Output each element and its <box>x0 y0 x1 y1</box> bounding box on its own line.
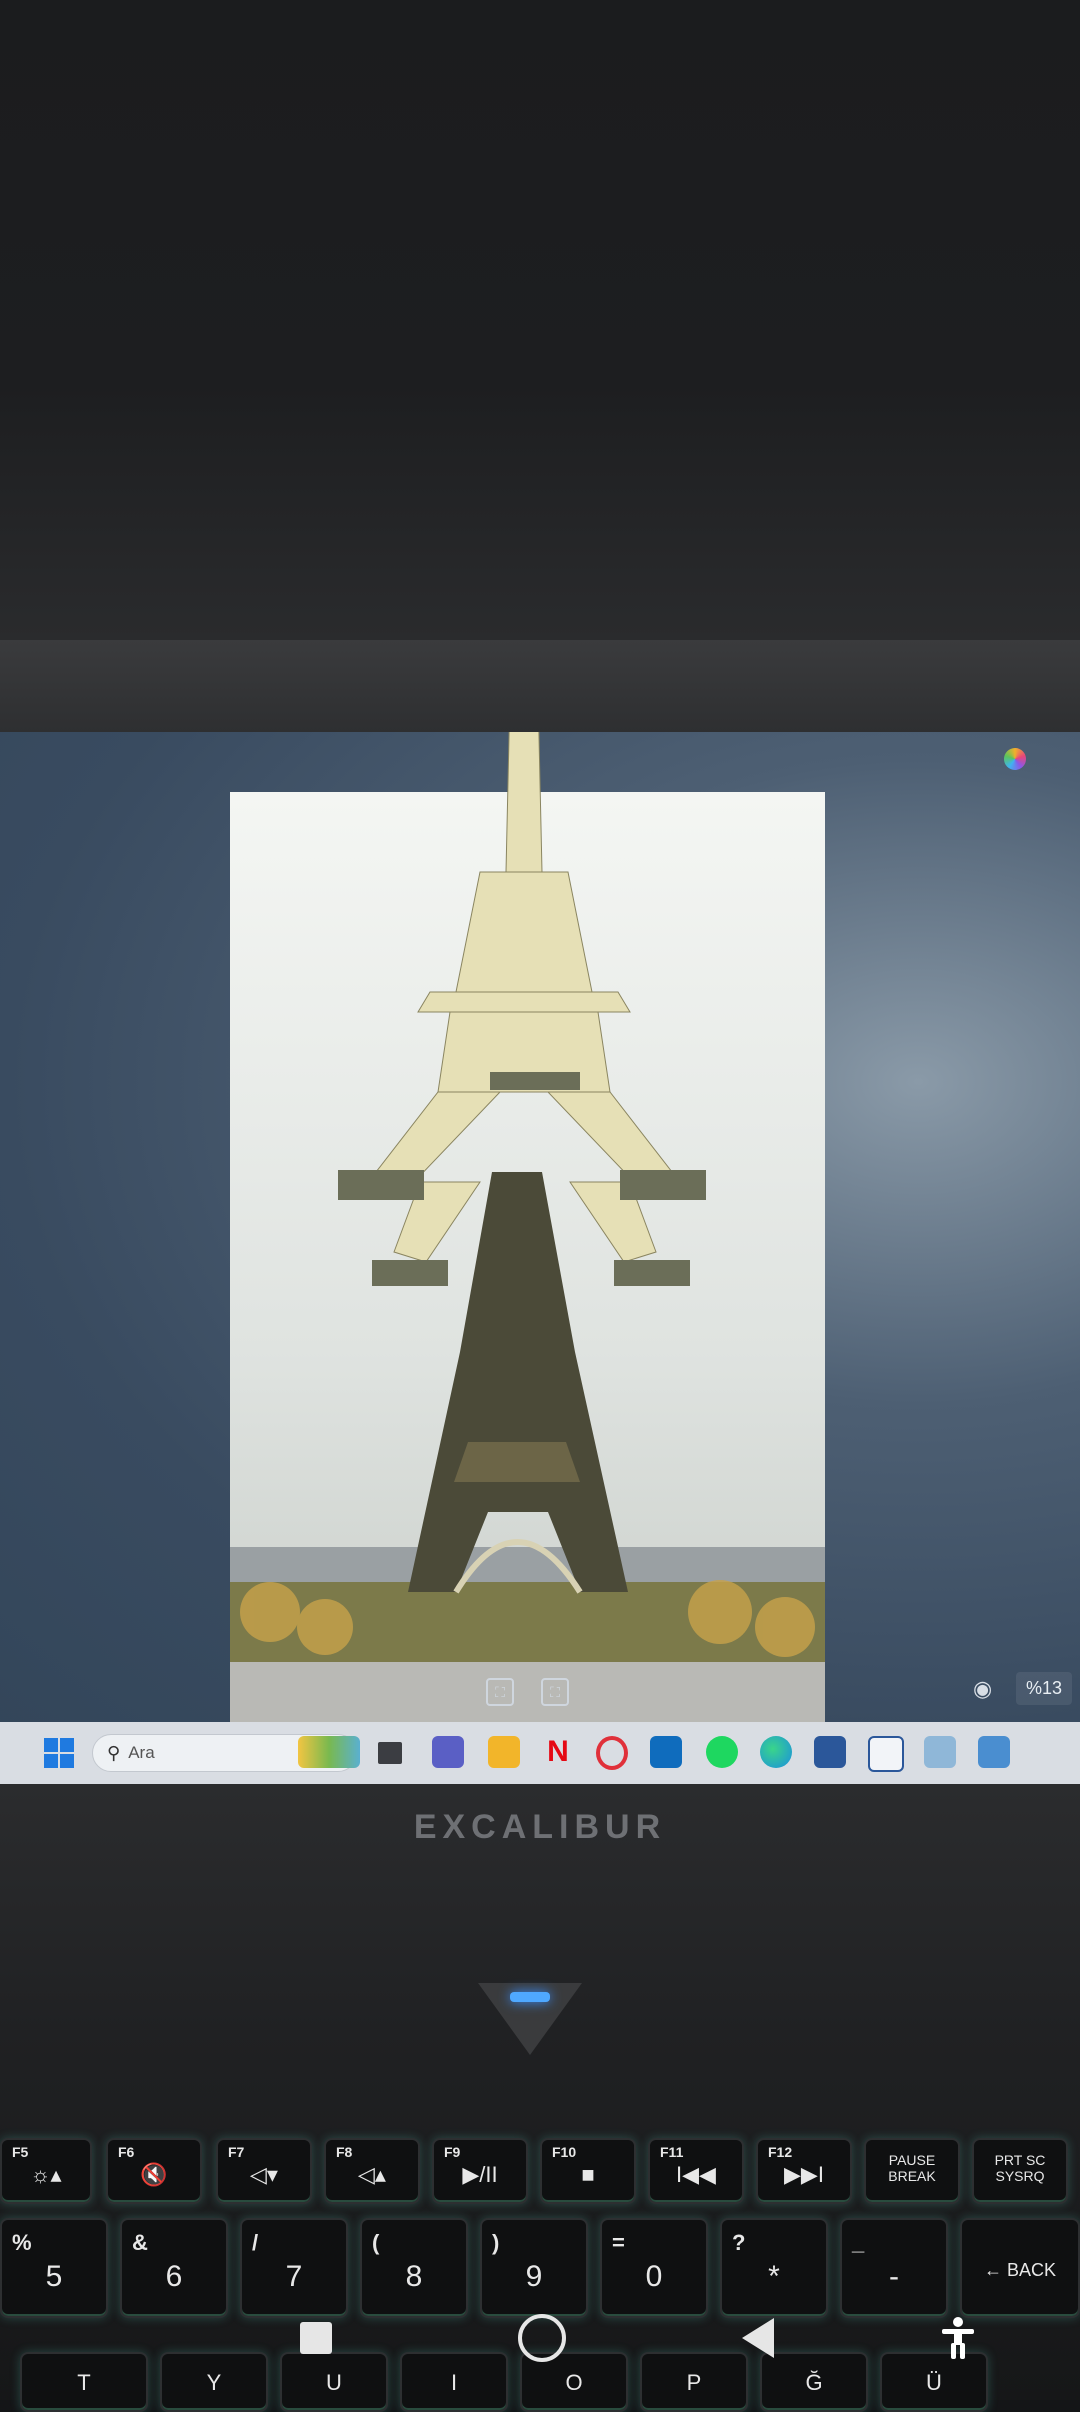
outlook-icon[interactable] <box>650 1736 682 1768</box>
search-icon: ⚲ <box>107 1742 121 1763</box>
key-f12[interactable]: F12 ▶▶I <box>756 2138 852 2204</box>
camera-icon[interactable]: ◉ <box>973 1676 992 1702</box>
tower-3d-model <box>338 732 706 1286</box>
opera-icon[interactable] <box>596 1736 628 1770</box>
indicator-led <box>510 1992 550 2002</box>
key-f5[interactable]: F5 ☼▴ <box>0 2138 92 2204</box>
fit-screen-icon[interactable]: ⛶ <box>541 1678 569 1706</box>
back-button[interactable] <box>742 2318 774 2358</box>
key-f9[interactable]: F9 ▶/II <box>432 2138 528 2204</box>
word-icon[interactable] <box>814 1736 846 1768</box>
key-f6[interactable]: F6 🔇 <box>106 2138 202 2204</box>
notepad-icon[interactable] <box>924 1736 956 1768</box>
zoom-level: %13 <box>1016 1672 1073 1705</box>
laptop-bezel <box>0 0 1080 640</box>
search-label: Ara <box>128 1743 155 1762</box>
key-f7[interactable]: F7 ◁▾ <box>216 2138 312 2204</box>
laptop-hinge <box>0 640 1080 732</box>
spotify-icon[interactable] <box>706 1736 738 1768</box>
laptop-screen: ⛶ ⛶ ◉ %13 <box>0 732 1080 1732</box>
edge-icon[interactable] <box>760 1736 792 1768</box>
windows-taskbar: ⚲ Ara N <box>0 1722 1080 1784</box>
key-f8[interactable]: F8 ◁▴ <box>324 2138 420 2204</box>
netflix-icon[interactable]: N <box>542 1736 574 1768</box>
brand-logo: EXCALIBUR <box>413 1808 667 1846</box>
key-f11[interactable]: F11 I◀◀ <box>648 2138 744 2204</box>
recents-button[interactable] <box>300 2322 332 2354</box>
windows-start-icon[interactable] <box>44 1738 74 1768</box>
key-pause-break[interactable]: PAUSE BREAK <box>864 2138 960 2204</box>
photos-icon[interactable] <box>978 1736 1010 1768</box>
word-icon[interactable] <box>868 1736 904 1772</box>
folder-icon[interactable] <box>488 1736 520 1768</box>
widgets-icon[interactable] <box>298 1736 360 1768</box>
accessibility-icon[interactable] <box>938 2316 978 2360</box>
home-button[interactable] <box>518 2314 566 2362</box>
key-f10[interactable]: F10 ■ <box>540 2138 636 2204</box>
fit-screen-icon[interactable]: ⛶ <box>486 1678 514 1706</box>
teams-icon[interactable] <box>432 1736 464 1768</box>
key-prtsc-sysrq[interactable]: PRT SC SYSRQ <box>972 2138 1068 2204</box>
copilot-icon[interactable] <box>1004 748 1026 770</box>
file-explorer-icon[interactable] <box>378 1742 402 1764</box>
